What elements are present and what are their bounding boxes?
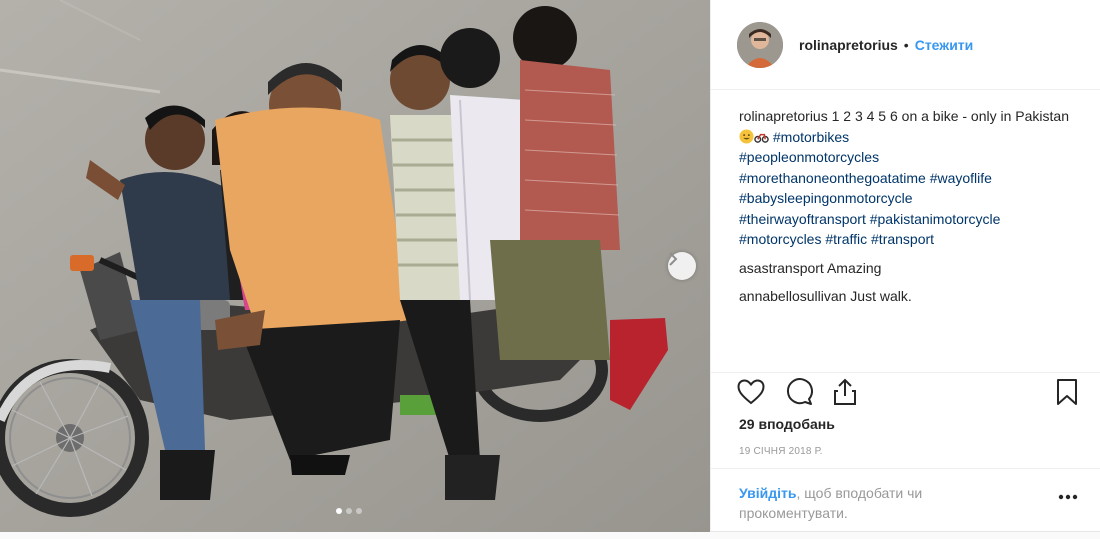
carousel-indicator	[336, 508, 362, 514]
bookmark-icon	[1057, 379, 1077, 405]
comment: asastransport Amazing	[739, 258, 1079, 279]
comment-username[interactable]: annabellosullivan	[739, 288, 846, 304]
comment-text: Just walk.	[846, 288, 912, 304]
caption: rolinapretorius 1 2 3 4 5 6 on a bike - …	[739, 106, 1079, 250]
header-username[interactable]: rolinapretorius	[799, 37, 898, 53]
post-header: rolinapretorius • Стежити	[711, 0, 1100, 90]
caption-username[interactable]: rolinapretorius	[739, 108, 828, 124]
comments-list: rolinapretorius 1 2 3 4 5 6 on a bike - …	[739, 106, 1079, 307]
post-photo[interactable]	[0, 0, 710, 532]
login-link[interactable]: Увійдіть	[739, 485, 797, 501]
comment-button[interactable]	[783, 375, 815, 409]
carousel-next-button[interactable]	[668, 252, 696, 280]
hashtag-link[interactable]: #transport	[871, 231, 934, 247]
caption-text: 1 2 3 4 5 6 on a bike - only in Pakistan	[827, 108, 1069, 124]
like-button[interactable]	[735, 375, 767, 409]
bookmark-button[interactable]	[1051, 375, 1083, 409]
login-prompt: Увійдіть, щоб вподобати чи прокоментуват…	[711, 468, 1100, 532]
post-date[interactable]: 19 СІЧНЯ 2018 Р.	[739, 446, 823, 457]
follow-button[interactable]: Стежити	[915, 37, 974, 53]
photo-illustration	[0, 0, 710, 532]
hashtag-link[interactable]: #wayoflife	[930, 170, 992, 186]
comment: annabellosullivan Just walk.	[739, 286, 1079, 307]
hashtag-link[interactable]: #motorbikes	[773, 129, 849, 145]
likes-count[interactable]: 29 вподобань	[739, 416, 835, 432]
hashtag-link[interactable]: #motorcycles	[739, 231, 821, 247]
more-options-button[interactable]	[1055, 489, 1081, 505]
post-side-panel: rolinapretorius • Стежити rolinapretoriu…	[710, 0, 1100, 532]
comment-icon	[787, 378, 813, 405]
header-separator: •	[903, 36, 909, 53]
hashtag-link[interactable]: #babysleepingonmotorcycle	[739, 190, 913, 206]
carousel-dot-active	[336, 508, 342, 514]
login-prompt-text: Увійдіть, щоб вподобати чи прокоментуват…	[739, 483, 999, 523]
share-button[interactable]	[829, 375, 861, 409]
motorcycle-emoji	[754, 133, 769, 143]
comment-text: Amazing	[823, 259, 882, 276]
hashtag-link[interactable]: #pakistanimotorcycle	[870, 211, 1001, 227]
hashtag-link[interactable]: #morethanoneonthegoatatime	[739, 170, 926, 186]
comment-username[interactable]: asastransport	[739, 260, 824, 276]
hashtag-link[interactable]: #theirwayoftransport	[739, 211, 866, 227]
hashtag-link[interactable]: #peopleonmotorcycles	[739, 149, 879, 165]
heart-icon	[737, 379, 765, 405]
post-card: rolinapretorius • Стежити rolinapretoriu…	[0, 0, 1100, 532]
hashtag-link[interactable]: #traffic	[825, 231, 867, 247]
avatar-image	[737, 21, 783, 68]
more-horizontal-icon	[1058, 494, 1078, 500]
chevron-right-icon	[669, 252, 678, 266]
avatar[interactable]	[737, 21, 783, 68]
post-actions: 29 вподобань 19 СІЧНЯ 2018 Р.	[711, 372, 1100, 457]
carousel-dot	[346, 508, 352, 514]
share-icon	[834, 378, 856, 405]
grinning-face-emoji	[739, 128, 754, 144]
carousel-dot	[356, 508, 362, 514]
